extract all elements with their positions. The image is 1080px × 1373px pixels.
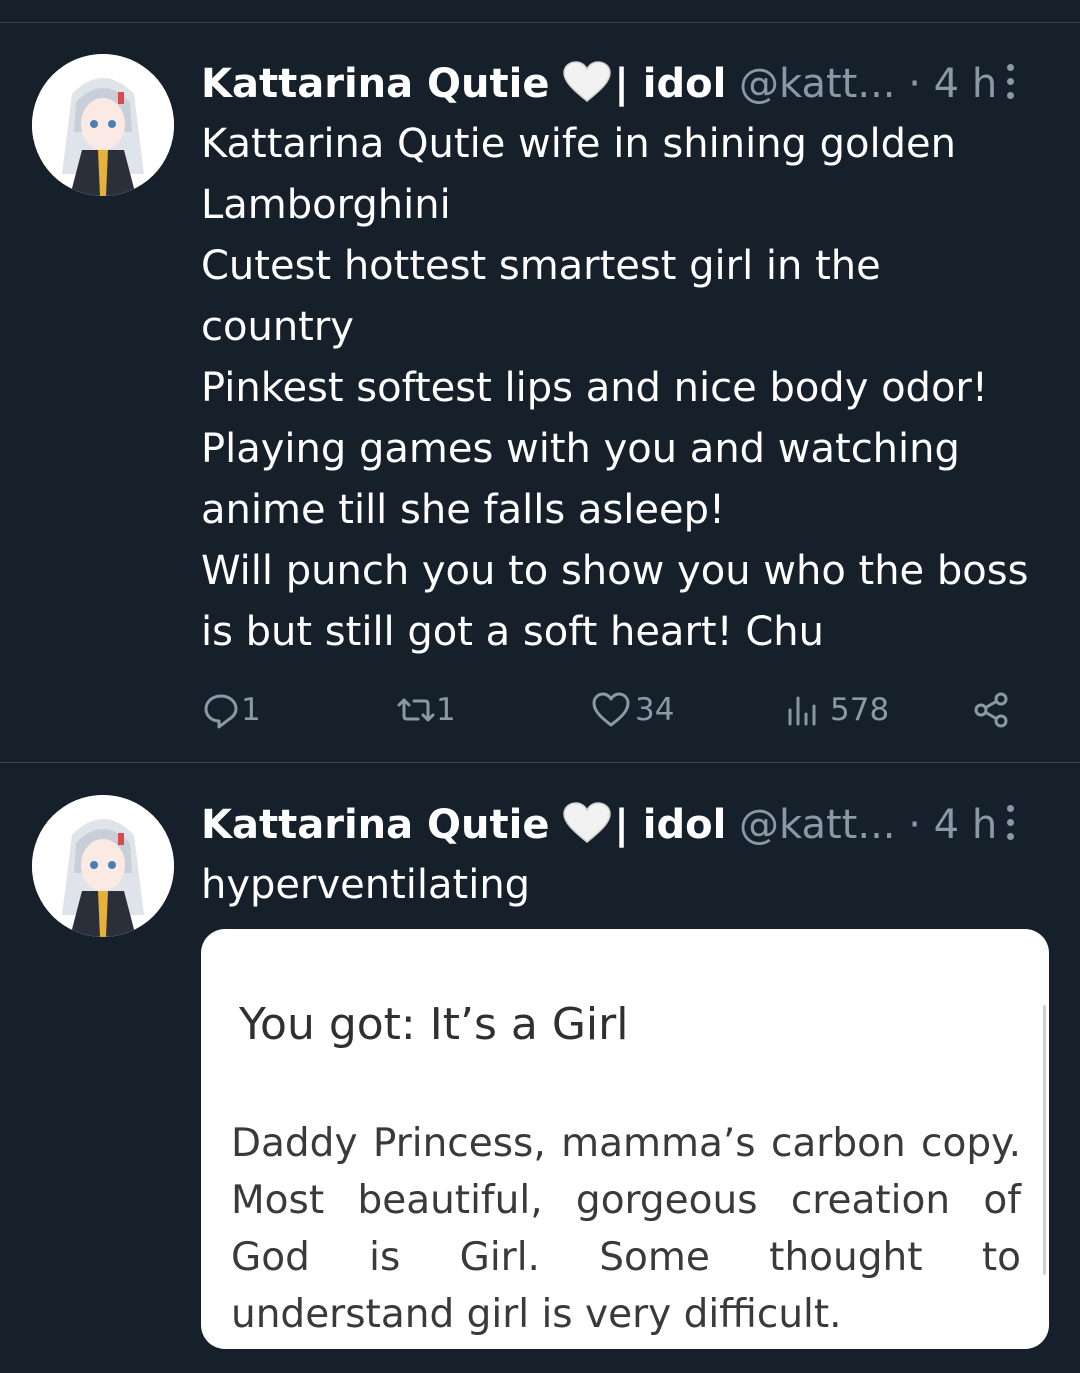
retweet-count: 1 xyxy=(436,692,456,728)
like-count: 34 xyxy=(635,692,675,728)
tweet-header: Kattarina Qutie | idol @katt... · 4 h xyxy=(201,799,1061,851)
separator-dot: · xyxy=(908,802,921,848)
reply-count: 1 xyxy=(241,692,261,728)
white-heart-icon xyxy=(562,802,614,857)
share-button[interactable] xyxy=(971,680,1011,740)
tweet-text: hyperventilating xyxy=(201,862,531,908)
action-bar: 1 1 34 578 xyxy=(201,680,1031,740)
retweet-icon xyxy=(397,698,435,722)
tweet-header: Kattarina Qutie | idol @katt... · 4 h xyxy=(201,58,1061,110)
share-icon xyxy=(974,692,1008,728)
more-vertical-icon[interactable] xyxy=(1003,62,1017,102)
tweet[interactable]: Kattarina Qutie | idol @katt... · 4 h hy… xyxy=(0,763,1080,1373)
scrollbar[interactable] xyxy=(1043,1005,1046,1275)
avatar[interactable] xyxy=(32,54,174,196)
retweet-button[interactable]: 1 xyxy=(396,680,456,740)
author-suffix[interactable]: | idol xyxy=(614,802,726,848)
timestamp[interactable]: 4 h xyxy=(934,61,998,107)
reply-button[interactable]: 1 xyxy=(201,680,261,740)
author-handle[interactable]: @katt... xyxy=(739,61,895,107)
author-suffix[interactable]: | idol xyxy=(614,61,726,107)
attached-image-card[interactable]: You got: It’s a Girl Daddy Princess, mam… xyxy=(201,929,1049,1349)
separator-dot: · xyxy=(908,61,921,107)
author-name[interactable]: Kattarina Qutie xyxy=(201,61,550,107)
views-icon xyxy=(788,696,816,726)
tweet[interactable]: Kattarina Qutie | idol @katt... · 4 h Ka… xyxy=(0,22,1080,762)
tweet-text: Kattarina Qutie wife in shining golden L… xyxy=(201,121,1029,655)
author-name[interactable]: Kattarina Qutie xyxy=(201,802,550,848)
card-title: You got: It’s a Girl xyxy=(239,999,629,1050)
reply-icon xyxy=(204,694,238,729)
avatar[interactable] xyxy=(32,795,174,937)
card-text: Daddy Princess, mamma’s carbon copy. Mos… xyxy=(231,1121,1021,1337)
timestamp[interactable]: 4 h xyxy=(934,802,998,848)
view-count: 578 xyxy=(830,692,890,728)
like-button[interactable]: 34 xyxy=(591,680,674,740)
more-vertical-icon[interactable] xyxy=(1003,803,1017,843)
like-icon xyxy=(592,692,630,727)
white-heart-icon xyxy=(562,61,614,116)
views-button[interactable]: 578 xyxy=(784,680,889,740)
author-handle[interactable]: @katt... xyxy=(739,802,895,848)
